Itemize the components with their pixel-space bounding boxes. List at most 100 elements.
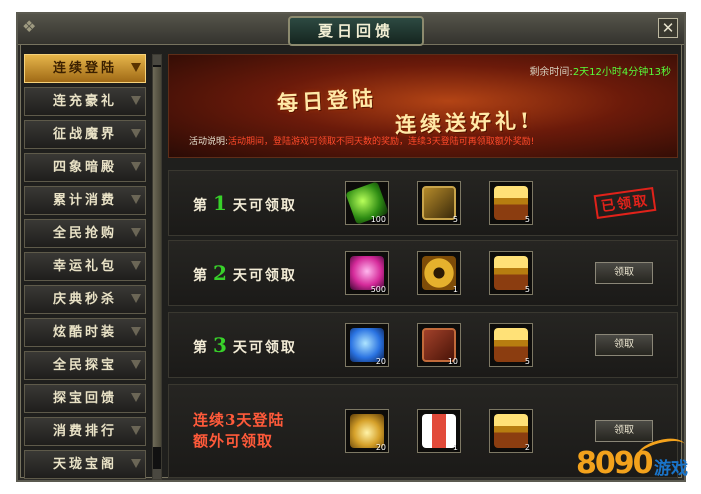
window-title: 夏日回馈	[288, 16, 424, 46]
reward-row-day-1: 第 1 天可领取 100 5 5 已领取	[168, 170, 678, 236]
timer-value: 2天12小时4分钟13秒	[572, 67, 671, 78]
reward-slot[interactable]: 100	[345, 181, 389, 225]
reward-slot[interactable]: 5	[489, 323, 533, 367]
reward-slot[interactable]: 1	[417, 409, 461, 453]
day-prefix: 第	[193, 198, 209, 214]
sidebar-item-label: 庆典秒杀	[52, 292, 117, 307]
claim-button-day-2[interactable]: 领取	[595, 262, 653, 284]
chevron-down-icon	[131, 426, 141, 435]
day-prefix: 第	[193, 268, 209, 284]
reward-slot[interactable]: 1	[417, 251, 461, 295]
timer-label: 剩余时间:	[529, 67, 573, 78]
sidebar-item-treasure-pavilion[interactable]: 天珑宝阁	[24, 450, 146, 479]
chevron-down-icon	[131, 360, 141, 369]
reward-slot[interactable]: 5	[489, 251, 533, 295]
gold-chest-icon	[494, 328, 528, 362]
sidebar-scrollbar[interactable]	[152, 54, 162, 480]
reward-slot[interactable]: 20	[345, 323, 389, 367]
item-count: 500	[370, 285, 386, 294]
banner-headline-1: 每日登陆	[276, 85, 378, 116]
reward-slot[interactable]: 5	[417, 181, 461, 225]
chevron-down-icon	[131, 459, 141, 468]
item-count: 20	[375, 443, 386, 452]
copper-coin-icon	[422, 256, 456, 290]
sidebar-item-demon-realm[interactable]: 征战魔界	[24, 120, 146, 149]
item-count: 10	[447, 357, 458, 366]
sidebar-item-label: 累计消费	[52, 193, 117, 208]
sidebar-item-recharge-gift[interactable]: 连充豪礼	[24, 87, 146, 116]
sidebar-item-flash-sale[interactable]: 庆典秒杀	[24, 285, 146, 314]
item-count: 5	[524, 215, 530, 224]
item-count: 1	[452, 285, 458, 294]
claim-button-bonus[interactable]: 领取	[595, 420, 653, 442]
golden-card-icon	[422, 186, 456, 220]
item-count: 100	[370, 215, 386, 224]
item-count: 1	[452, 443, 458, 452]
bonus-label-line-1: 连续3天登陆	[193, 411, 285, 429]
claim-button-day-3[interactable]: 领取	[595, 334, 653, 356]
claimed-stamp: 已领取	[593, 186, 657, 220]
day-suffix: 天可领取	[232, 198, 297, 214]
bonus-label-line-2: 额外可领取	[193, 432, 274, 450]
sidebar: 连续登陆 连充豪礼 征战魔界 四象暗殿 累计消费 全民抢购 幸运礼包 庆典秒杀 …	[24, 54, 150, 483]
sidebar-item-continuous-login[interactable]: 连续登陆	[24, 54, 146, 83]
scroll-up-arrow-icon[interactable]	[153, 55, 161, 65]
gold-chest-icon	[494, 414, 528, 448]
title-bar: ❖ 夏日回馈 ✕	[18, 14, 684, 46]
chevron-down-icon	[131, 228, 141, 237]
scroll-down-arrow-icon[interactable]	[153, 469, 161, 479]
chevron-down-icon	[131, 393, 141, 402]
sidebar-item-spend-ranking[interactable]: 消费排行	[24, 417, 146, 446]
sidebar-item-label: 连续登陆	[52, 61, 117, 76]
reward-slot[interactable]: 5	[489, 181, 533, 225]
reward-slot[interactable]: 500	[345, 251, 389, 295]
reward-slot[interactable]: 10	[417, 323, 461, 367]
event-banner: 剩余时间:2天12小时4分钟13秒 每日登陆 连续送好礼! 活动说明:活动期间，…	[168, 54, 678, 158]
gold-chest-icon	[494, 256, 528, 290]
description-text: 活动期间，登陆游戏可领取不同天数的奖励，连续3天登陆可再领取额外奖励!	[228, 137, 535, 147]
close-button[interactable]: ✕	[658, 18, 678, 38]
item-count: 20	[375, 357, 386, 366]
sidebar-item-label: 四象暗殿	[52, 160, 117, 175]
item-count: 2	[524, 443, 530, 452]
red-scroll-icon	[422, 414, 456, 448]
site-logo: 8090 游戏	[576, 433, 696, 490]
countdown-timer: 剩余时间:2天12小时4分钟13秒	[529, 63, 671, 78]
description-label: 活动说明:	[189, 137, 229, 147]
day-label: 第 3 天可领取	[193, 333, 297, 357]
sidebar-item-treasure-reward[interactable]: 探宝回馈	[24, 384, 146, 413]
bonus-label: 连续3天登陆 额外可领取	[193, 410, 284, 452]
day-suffix: 天可领取	[232, 340, 297, 356]
gold-chest-icon	[494, 186, 528, 220]
event-window: ❖ 夏日回馈 ✕ 连续登陆 连充豪礼 征战魔界 四象暗殿 累计消费 全民抢购 幸…	[16, 12, 686, 482]
chevron-down-icon	[131, 129, 141, 138]
sidebar-item-flash-buy[interactable]: 全民抢购	[24, 219, 146, 248]
sidebar-item-label: 全民抢购	[52, 226, 117, 241]
sidebar-item-fashion[interactable]: 炫酷时装	[24, 318, 146, 347]
corner-ornament-icon: ❖	[22, 17, 37, 36]
reward-row-day-3: 第 3 天可领取 20 10 5 领取	[168, 312, 678, 378]
chevron-down-icon	[131, 195, 141, 204]
sidebar-item-label: 征战魔界	[52, 127, 117, 142]
logo-digits: 8090	[576, 446, 653, 481]
sidebar-item-lucky-pack[interactable]: 幸运礼包	[24, 252, 146, 281]
reward-slot[interactable]: 20	[345, 409, 389, 453]
sidebar-item-label: 幸运礼包	[52, 259, 117, 274]
day-label: 第 2 天可领取	[193, 261, 297, 285]
scroll-thumb[interactable]	[153, 67, 161, 447]
sidebar-item-label: 探宝回馈	[52, 391, 117, 406]
sidebar-item-four-symbols[interactable]: 四象暗殿	[24, 153, 146, 182]
item-count: 5	[524, 357, 530, 366]
chevron-down-icon	[131, 96, 141, 105]
item-count: 5	[524, 285, 530, 294]
day-number: 2	[213, 261, 229, 285]
sidebar-item-label: 炫酷时装	[52, 325, 117, 340]
reward-slot[interactable]: 2	[489, 409, 533, 453]
event-description: 活动说明:活动期间，登陆游戏可领取不同天数的奖励，连续3天登陆可再领取额外奖励!	[189, 134, 534, 147]
chevron-down-icon	[131, 63, 141, 72]
sidebar-item-cumulative-spend[interactable]: 累计消费	[24, 186, 146, 215]
sidebar-item-label: 消费排行	[52, 424, 117, 439]
sidebar-item-treasure-hunt[interactable]: 全民探宝	[24, 351, 146, 380]
sidebar-item-label: 天珑宝阁	[52, 457, 117, 472]
day-number: 3	[213, 333, 229, 357]
